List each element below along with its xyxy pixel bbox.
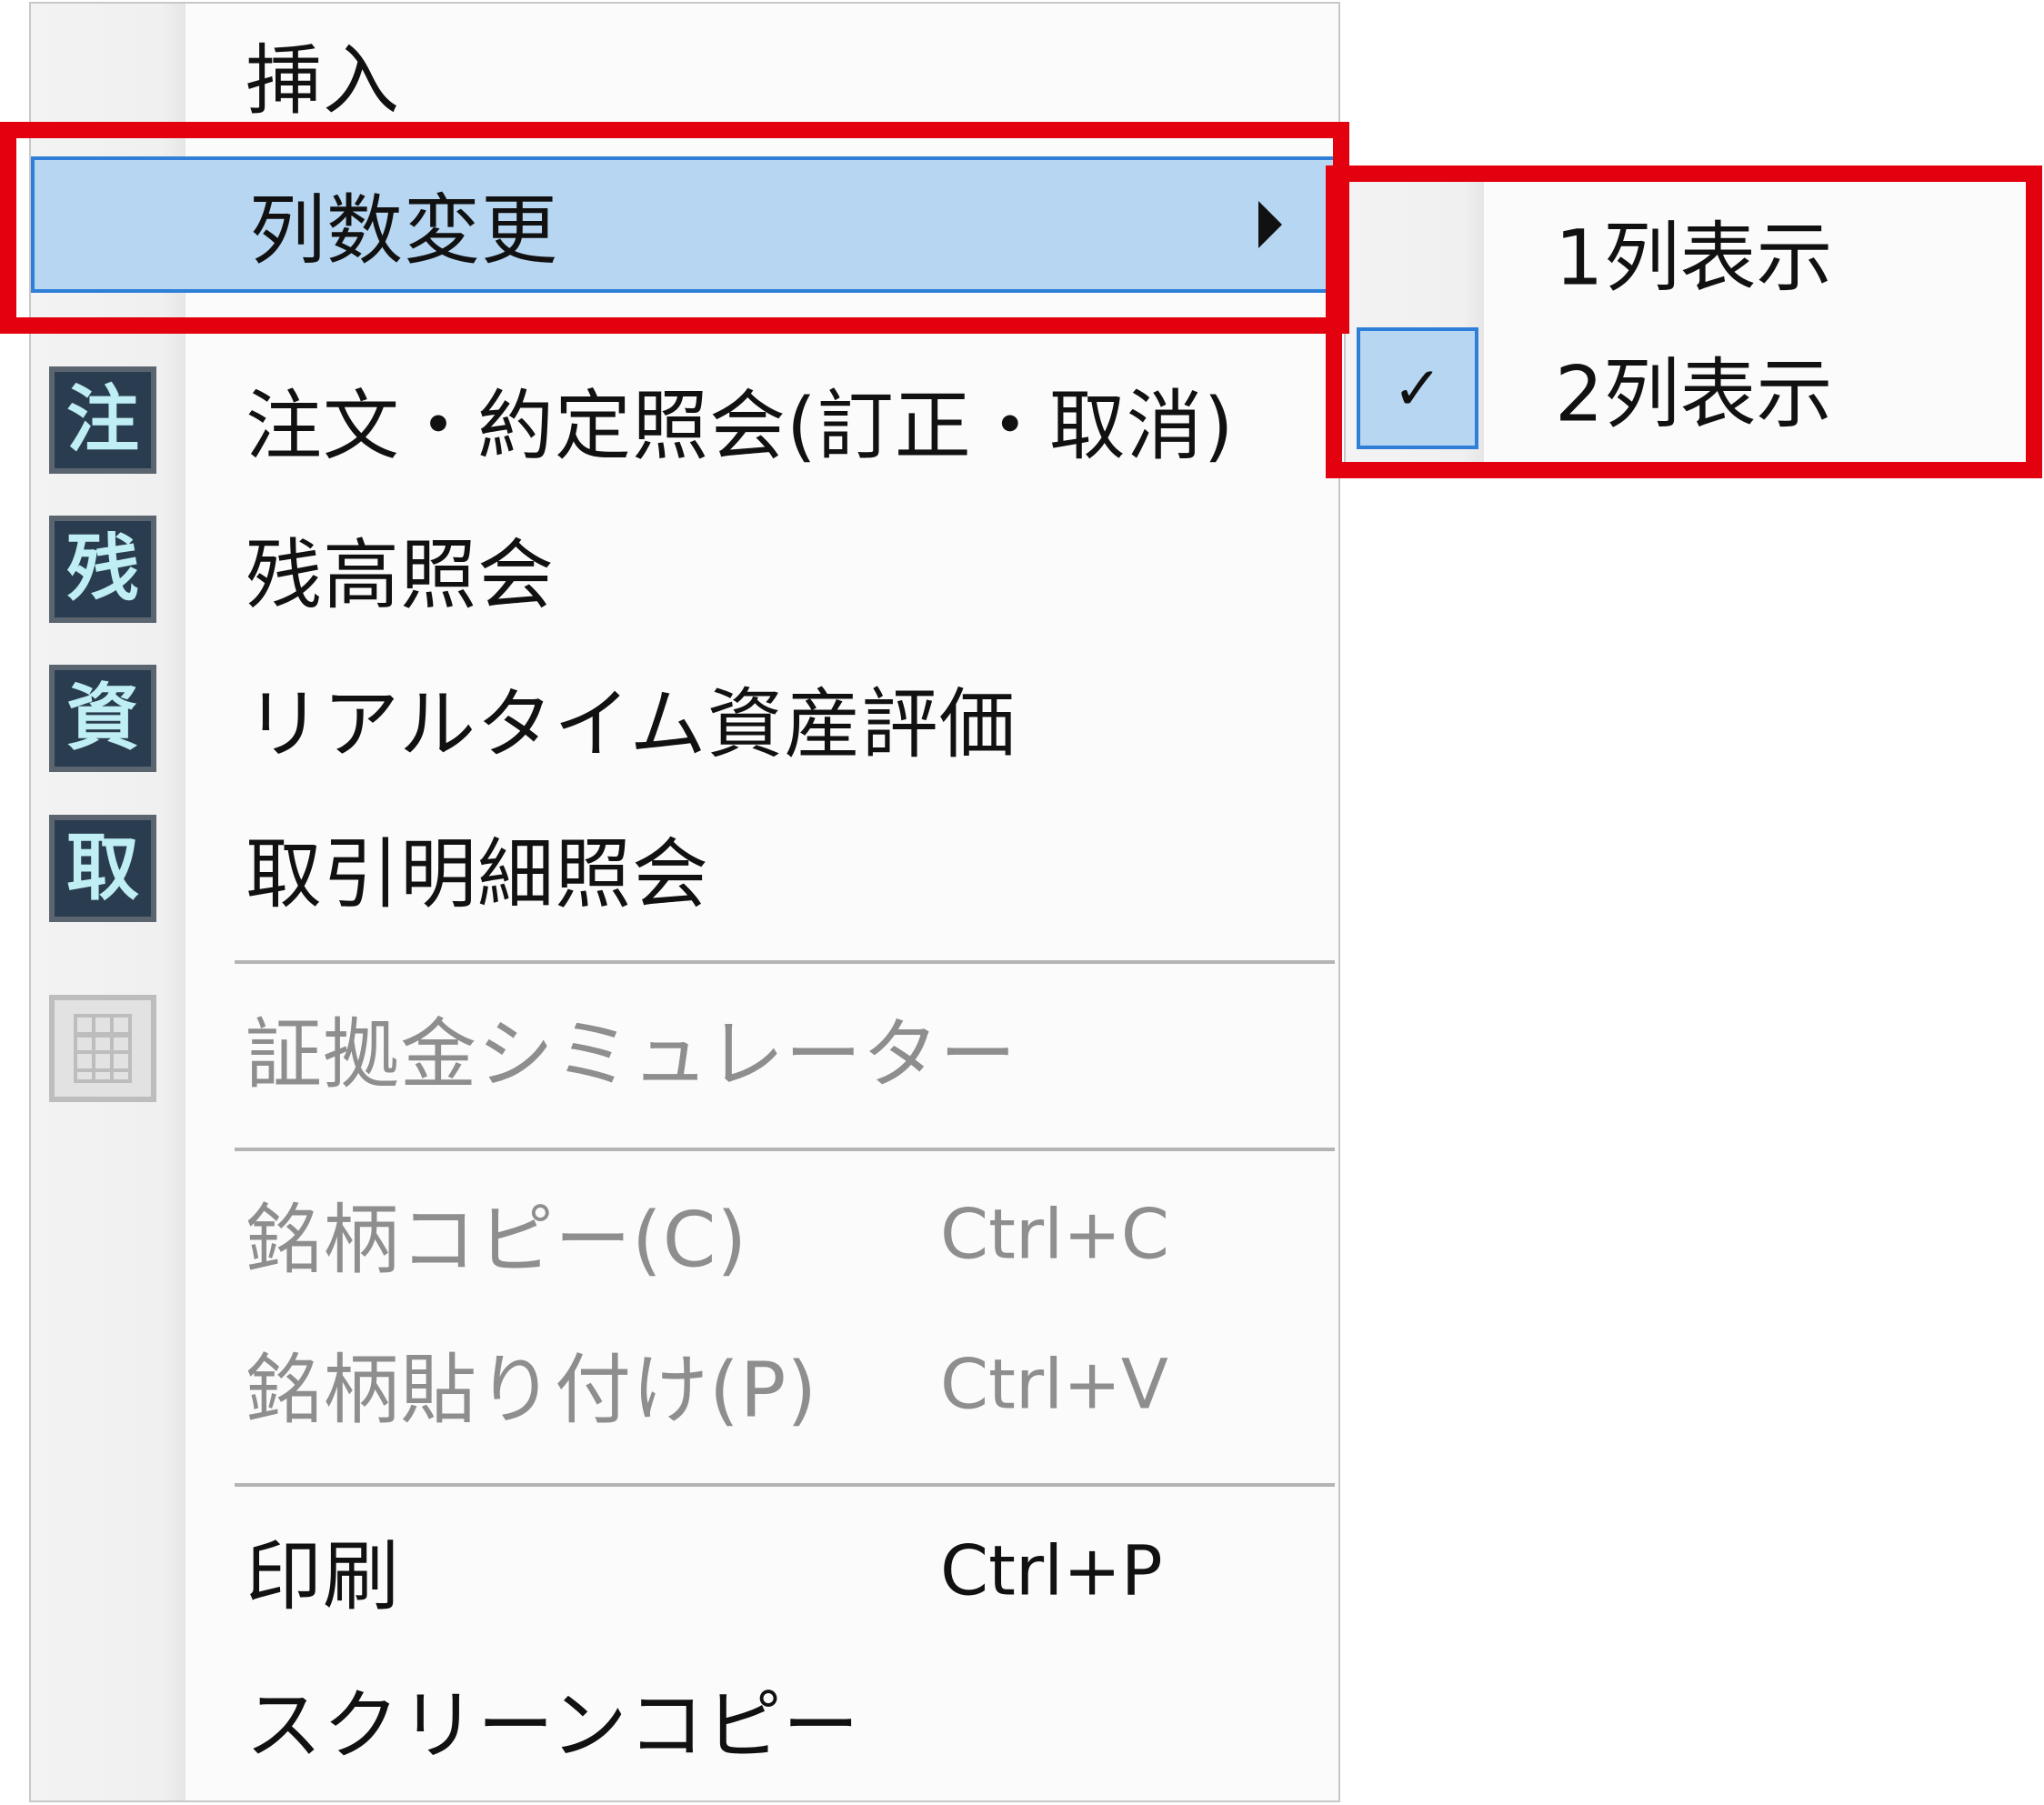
menu-item-label: スクリーンコピー [245, 1680, 860, 1770]
check-icon: ✓ [1357, 327, 1478, 449]
order-icon: 注 [49, 366, 156, 474]
menu-item-print[interactable]: 印刷 Ctrl+P [31, 1502, 1338, 1639]
menu-item-label: 証拠金シミュレーター [245, 1009, 1017, 1099]
menu-item-paste-symbol: 銘柄貼り付け(P) Ctrl+V [31, 1316, 1338, 1452]
menu-item-label: 銘柄コピー(C) [245, 1195, 748, 1285]
menu-item-change-columns[interactable]: 列数変更 [31, 156, 1338, 293]
menu-separator [235, 960, 1335, 964]
context-menu: 挿入 列数変更 注 注文・約定照会(訂正・取消) 残 残高照会 資 リアルタイム… [29, 2, 1340, 1802]
submenu-item-label: 1列表示 [1555, 213, 1833, 303]
menu-item-label: 注文・約定照会(訂正・取消) [245, 381, 1235, 471]
shortcut-label: Ctrl+V [940, 1343, 1168, 1425]
menu-item-order-inquiry[interactable]: 注 注文・約定照会(訂正・取消) [31, 352, 1338, 488]
menu-item-label: リアルタイム資産評価 [245, 679, 1017, 769]
menu-item-copy-symbol: 銘柄コピー(C) Ctrl+C [31, 1166, 1338, 1302]
transaction-icon: 取 [49, 815, 156, 922]
menu-separator [235, 1148, 1335, 1151]
submenu-item-2-columns[interactable]: ✓ 2列表示 [1346, 320, 2026, 456]
columns-submenu: 1列表示 ✓ 2列表示 [1344, 175, 2028, 464]
submenu-arrow-icon [1258, 201, 1282, 248]
menu-item-realtime-asset[interactable]: 資 リアルタイム資産評価 [31, 650, 1338, 787]
menu-item-insert[interactable]: 挿入 [31, 6, 1338, 143]
menu-item-transaction-details[interactable]: 取 取引明細照会 [31, 800, 1338, 937]
menu-item-label: 取引明細照会 [245, 829, 710, 919]
menu-separator [235, 1483, 1335, 1487]
menu-item-label: 列数変更 [249, 186, 559, 276]
menu-item-label: 銘柄貼り付け(P) [245, 1345, 818, 1435]
menu-item-screen-copy[interactable]: スクリーンコピー [31, 1651, 1338, 1788]
calculator-icon [49, 995, 156, 1102]
menu-item-balance-inquiry[interactable]: 残 残高照会 [31, 501, 1338, 637]
menu-item-label: 残高照会 [245, 530, 556, 620]
shortcut-label: Ctrl+P [940, 1529, 1163, 1611]
shortcut-label: Ctrl+C [940, 1193, 1169, 1275]
menu-item-margin-simulator: 証拠金シミュレーター [31, 980, 1338, 1117]
submenu-item-label: 2列表示 [1555, 349, 1833, 439]
menu-item-label: 挿入 [245, 35, 401, 125]
asset-icon: 資 [49, 665, 156, 772]
balance-icon: 残 [49, 516, 156, 623]
menu-item-label: 印刷 [245, 1531, 401, 1621]
submenu-item-1-column[interactable]: 1列表示 [1346, 184, 2026, 320]
